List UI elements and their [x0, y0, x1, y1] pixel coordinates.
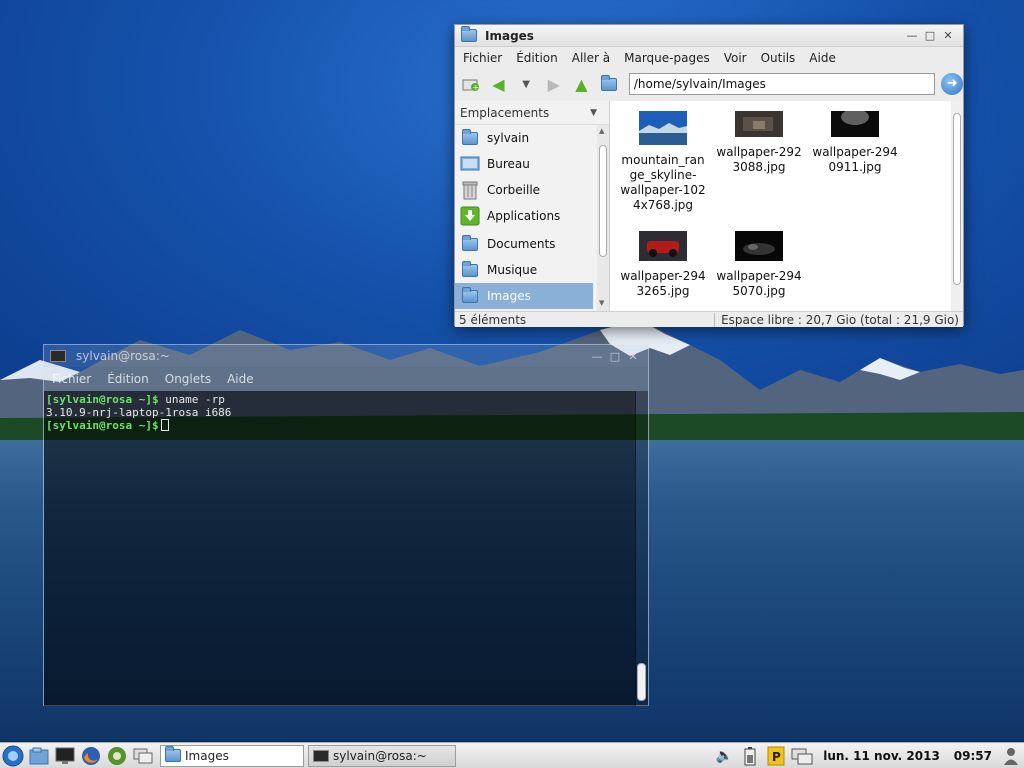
file-view: mountain_ran ge_skyline- wallpaper-102 4… — [610, 101, 963, 311]
up-arrow-icon[interactable]: ▲ — [572, 74, 592, 94]
maximize-button[interactable]: □ — [606, 350, 624, 363]
location-bar[interactable]: /home/sylvain/Images — [628, 73, 936, 95]
place-bureau[interactable]: Bureau — [455, 151, 593, 177]
network-icon[interactable] — [789, 744, 815, 768]
desktop-icon — [459, 153, 481, 175]
terminal-titlebar[interactable]: sylvain@rosa:~ — □ ✕ — [44, 345, 648, 367]
place-documents[interactable]: Documents — [455, 231, 593, 257]
time-display[interactable]: 09:57 — [954, 749, 992, 763]
folder-icon — [459, 259, 481, 281]
file-item[interactable]: wallpaper-294 5070.jpg — [712, 231, 806, 299]
menu-edition[interactable]: Édition — [107, 372, 149, 386]
folder-icon — [461, 26, 477, 42]
free-space: Espace libre : 20,7 Gio (total : 21,9 Gi… — [714, 312, 959, 327]
item-count: 5 éléments — [459, 312, 527, 327]
side-pane: Emplacements ▼ sylvain Bureau Corbeille … — [455, 101, 610, 311]
window-title: Images — [485, 28, 534, 43]
terminal-line: [sylvain@rosa ~]$ uname -rp — [46, 393, 225, 406]
file-view-scrollbar[interactable] — [951, 101, 963, 311]
file-item[interactable]: wallpaper-294 0911.jpg — [808, 111, 902, 175]
system-tray: 🔈 P lun. 11 nov. 2013 09:57 — [711, 743, 1024, 768]
menu-edition[interactable]: Édition — [516, 51, 558, 65]
maximize-button[interactable]: □ — [921, 29, 939, 42]
image-thumbnail — [735, 231, 783, 261]
menu-outils[interactable]: Outils — [761, 51, 796, 65]
menu-fichier[interactable]: Fichier — [52, 372, 91, 386]
menu-fichier[interactable]: Fichier — [463, 51, 502, 65]
date-display[interactable]: lun. 11 nov. 2013 — [823, 749, 940, 763]
terminal-launcher-icon[interactable] — [52, 744, 78, 768]
image-thumbnail — [735, 111, 783, 137]
user-icon[interactable] — [998, 744, 1024, 768]
side-pane-header[interactable]: Emplacements ▼ — [455, 101, 609, 125]
volume-icon[interactable]: 🔈 — [711, 744, 737, 768]
start-menu-icon[interactable] — [0, 744, 26, 768]
menu-aide[interactable]: Aide — [809, 51, 836, 65]
terminal-window[interactable]: sylvain@rosa:~ — □ ✕ Fichier Édition Ong… — [43, 344, 649, 706]
terminal-screen[interactable]: [sylvain@rosa ~]$ uname -rp 3.10.9-nrj-l… — [44, 391, 636, 706]
firefox-icon[interactable] — [78, 744, 104, 768]
menu-aide[interactable]: Aide — [227, 372, 254, 386]
terminal-title: sylvain@rosa:~ — [76, 349, 170, 363]
folder-icon — [459, 285, 481, 307]
clipboard-icon[interactable]: P — [763, 744, 789, 768]
status-bar: 5 éléments Espace libre : 20,7 Gio (tota… — [455, 311, 963, 327]
trash-icon — [459, 179, 481, 201]
menu-voir[interactable]: Voir — [724, 51, 747, 65]
file-item[interactable]: wallpaper-292 3088.jpg — [712, 111, 806, 175]
file-manager-menubar: Fichier Édition Aller à Marque-pages Voi… — [455, 47, 963, 69]
home-icon[interactable] — [599, 74, 619, 94]
image-thumbnail — [831, 111, 879, 137]
side-pane-scrollbar[interactable]: ▲ ▼ — [597, 125, 609, 311]
battery-icon[interactable] — [737, 744, 763, 768]
terminal-icon — [313, 749, 329, 762]
close-button[interactable]: ✕ — [939, 29, 957, 42]
menu-marque-pages[interactable]: Marque-pages — [624, 51, 710, 65]
svg-text:+: + — [472, 83, 479, 91]
place-applications[interactable]: Applications — [455, 203, 593, 229]
settings-icon[interactable] — [104, 744, 130, 768]
svg-text:P: P — [772, 750, 781, 764]
minimize-button[interactable]: — — [903, 29, 921, 42]
file-manager-launcher-icon[interactable] — [26, 744, 52, 768]
close-button[interactable]: ✕ — [624, 350, 642, 363]
terminal-menubar: Fichier Édition Onglets Aide — [44, 367, 648, 391]
minimize-button[interactable]: — — [588, 350, 606, 363]
applications-icon — [459, 205, 481, 227]
back-arrow-icon[interactable]: ◀ — [489, 74, 509, 94]
task-images[interactable]: Images — [160, 744, 304, 767]
show-desktop-icon[interactable] — [130, 744, 156, 768]
folder-icon — [165, 746, 181, 762]
file-manager-toolbar: + ◀ ▼ ▶ ▲ /home/sylvain/Images ➜ — [455, 69, 963, 99]
task-terminal[interactable]: sylvain@rosa:~ — [308, 744, 456, 767]
history-dropdown-icon[interactable]: ▼ — [516, 74, 536, 94]
text-cursor — [160, 419, 169, 431]
menu-aller[interactable]: Aller à — [572, 51, 610, 65]
file-manager-window[interactable]: Images — □ ✕ Fichier Édition Aller à Mar… — [454, 24, 964, 327]
image-thumbnail — [639, 111, 687, 145]
new-tab-icon[interactable]: + — [461, 74, 481, 94]
place-sylvain[interactable]: sylvain — [455, 125, 593, 151]
home-folder-icon — [459, 127, 481, 149]
place-musique[interactable]: Musique — [455, 257, 593, 283]
place-corbeille[interactable]: Corbeille — [455, 177, 593, 203]
terminal-line: [sylvain@rosa ~]$ — [46, 419, 634, 432]
terminal-icon — [50, 350, 66, 362]
chevron-down-icon[interactable]: ▼ — [590, 108, 597, 118]
terminal-scrollbar[interactable] — [635, 391, 648, 706]
image-thumbnail — [639, 231, 687, 261]
place-images[interactable]: Images — [455, 283, 593, 309]
taskbar: Images sylvain@rosa:~ 🔈 P lun. 11 nov. 2… — [0, 742, 1024, 768]
forward-arrow-icon[interactable]: ▶ — [544, 74, 564, 94]
go-icon[interactable]: ➜ — [941, 73, 963, 95]
file-item[interactable]: mountain_ran ge_skyline- wallpaper-102 4… — [616, 111, 710, 213]
file-item[interactable]: wallpaper-294 3265.jpg — [616, 231, 710, 299]
folder-icon — [459, 233, 481, 255]
terminal-line: 3.10.9-nrj-laptop-1rosa i686 — [46, 406, 232, 419]
menu-onglets[interactable]: Onglets — [165, 372, 211, 386]
file-manager-titlebar[interactable]: Images — □ ✕ — [455, 25, 963, 47]
